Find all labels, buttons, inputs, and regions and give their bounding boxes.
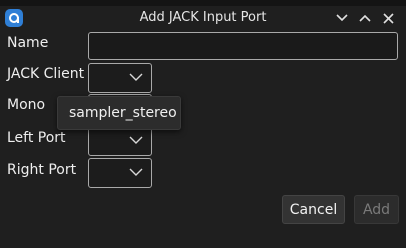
chevron-up-icon — [359, 14, 371, 22]
right-port-combo[interactable] — [88, 158, 152, 188]
chevron-down-icon — [336, 14, 348, 22]
chevron-down-icon — [129, 136, 143, 144]
close-button[interactable] — [379, 9, 397, 27]
cancel-button[interactable]: Cancel — [282, 195, 345, 224]
name-input[interactable] — [88, 32, 398, 60]
mono-label: Mono — [7, 97, 46, 113]
left-port-label: Left Port — [7, 130, 66, 146]
add-jack-input-port-dialog: Add JACK Input Port Name JACK Client Mon… — [0, 0, 406, 248]
right-port-label: Right Port — [7, 162, 77, 178]
name-label: Name — [7, 35, 49, 51]
minimize-button[interactable] — [333, 9, 351, 27]
title-bar: Add JACK Input Port — [0, 6, 406, 30]
maximize-button[interactable] — [356, 9, 374, 27]
jack-client-label: JACK Client — [7, 66, 85, 82]
jack-client-combo[interactable] — [88, 63, 152, 93]
dropdown-option[interactable]: sampler_stereo — [69, 105, 177, 121]
jack-client-dropdown-popup: sampler_stereo — [57, 96, 181, 130]
left-port-combo[interactable] — [88, 126, 152, 156]
close-icon — [382, 12, 394, 24]
chevron-down-icon — [129, 73, 143, 81]
chevron-down-icon — [129, 168, 143, 176]
add-button[interactable]: Add — [354, 195, 399, 224]
